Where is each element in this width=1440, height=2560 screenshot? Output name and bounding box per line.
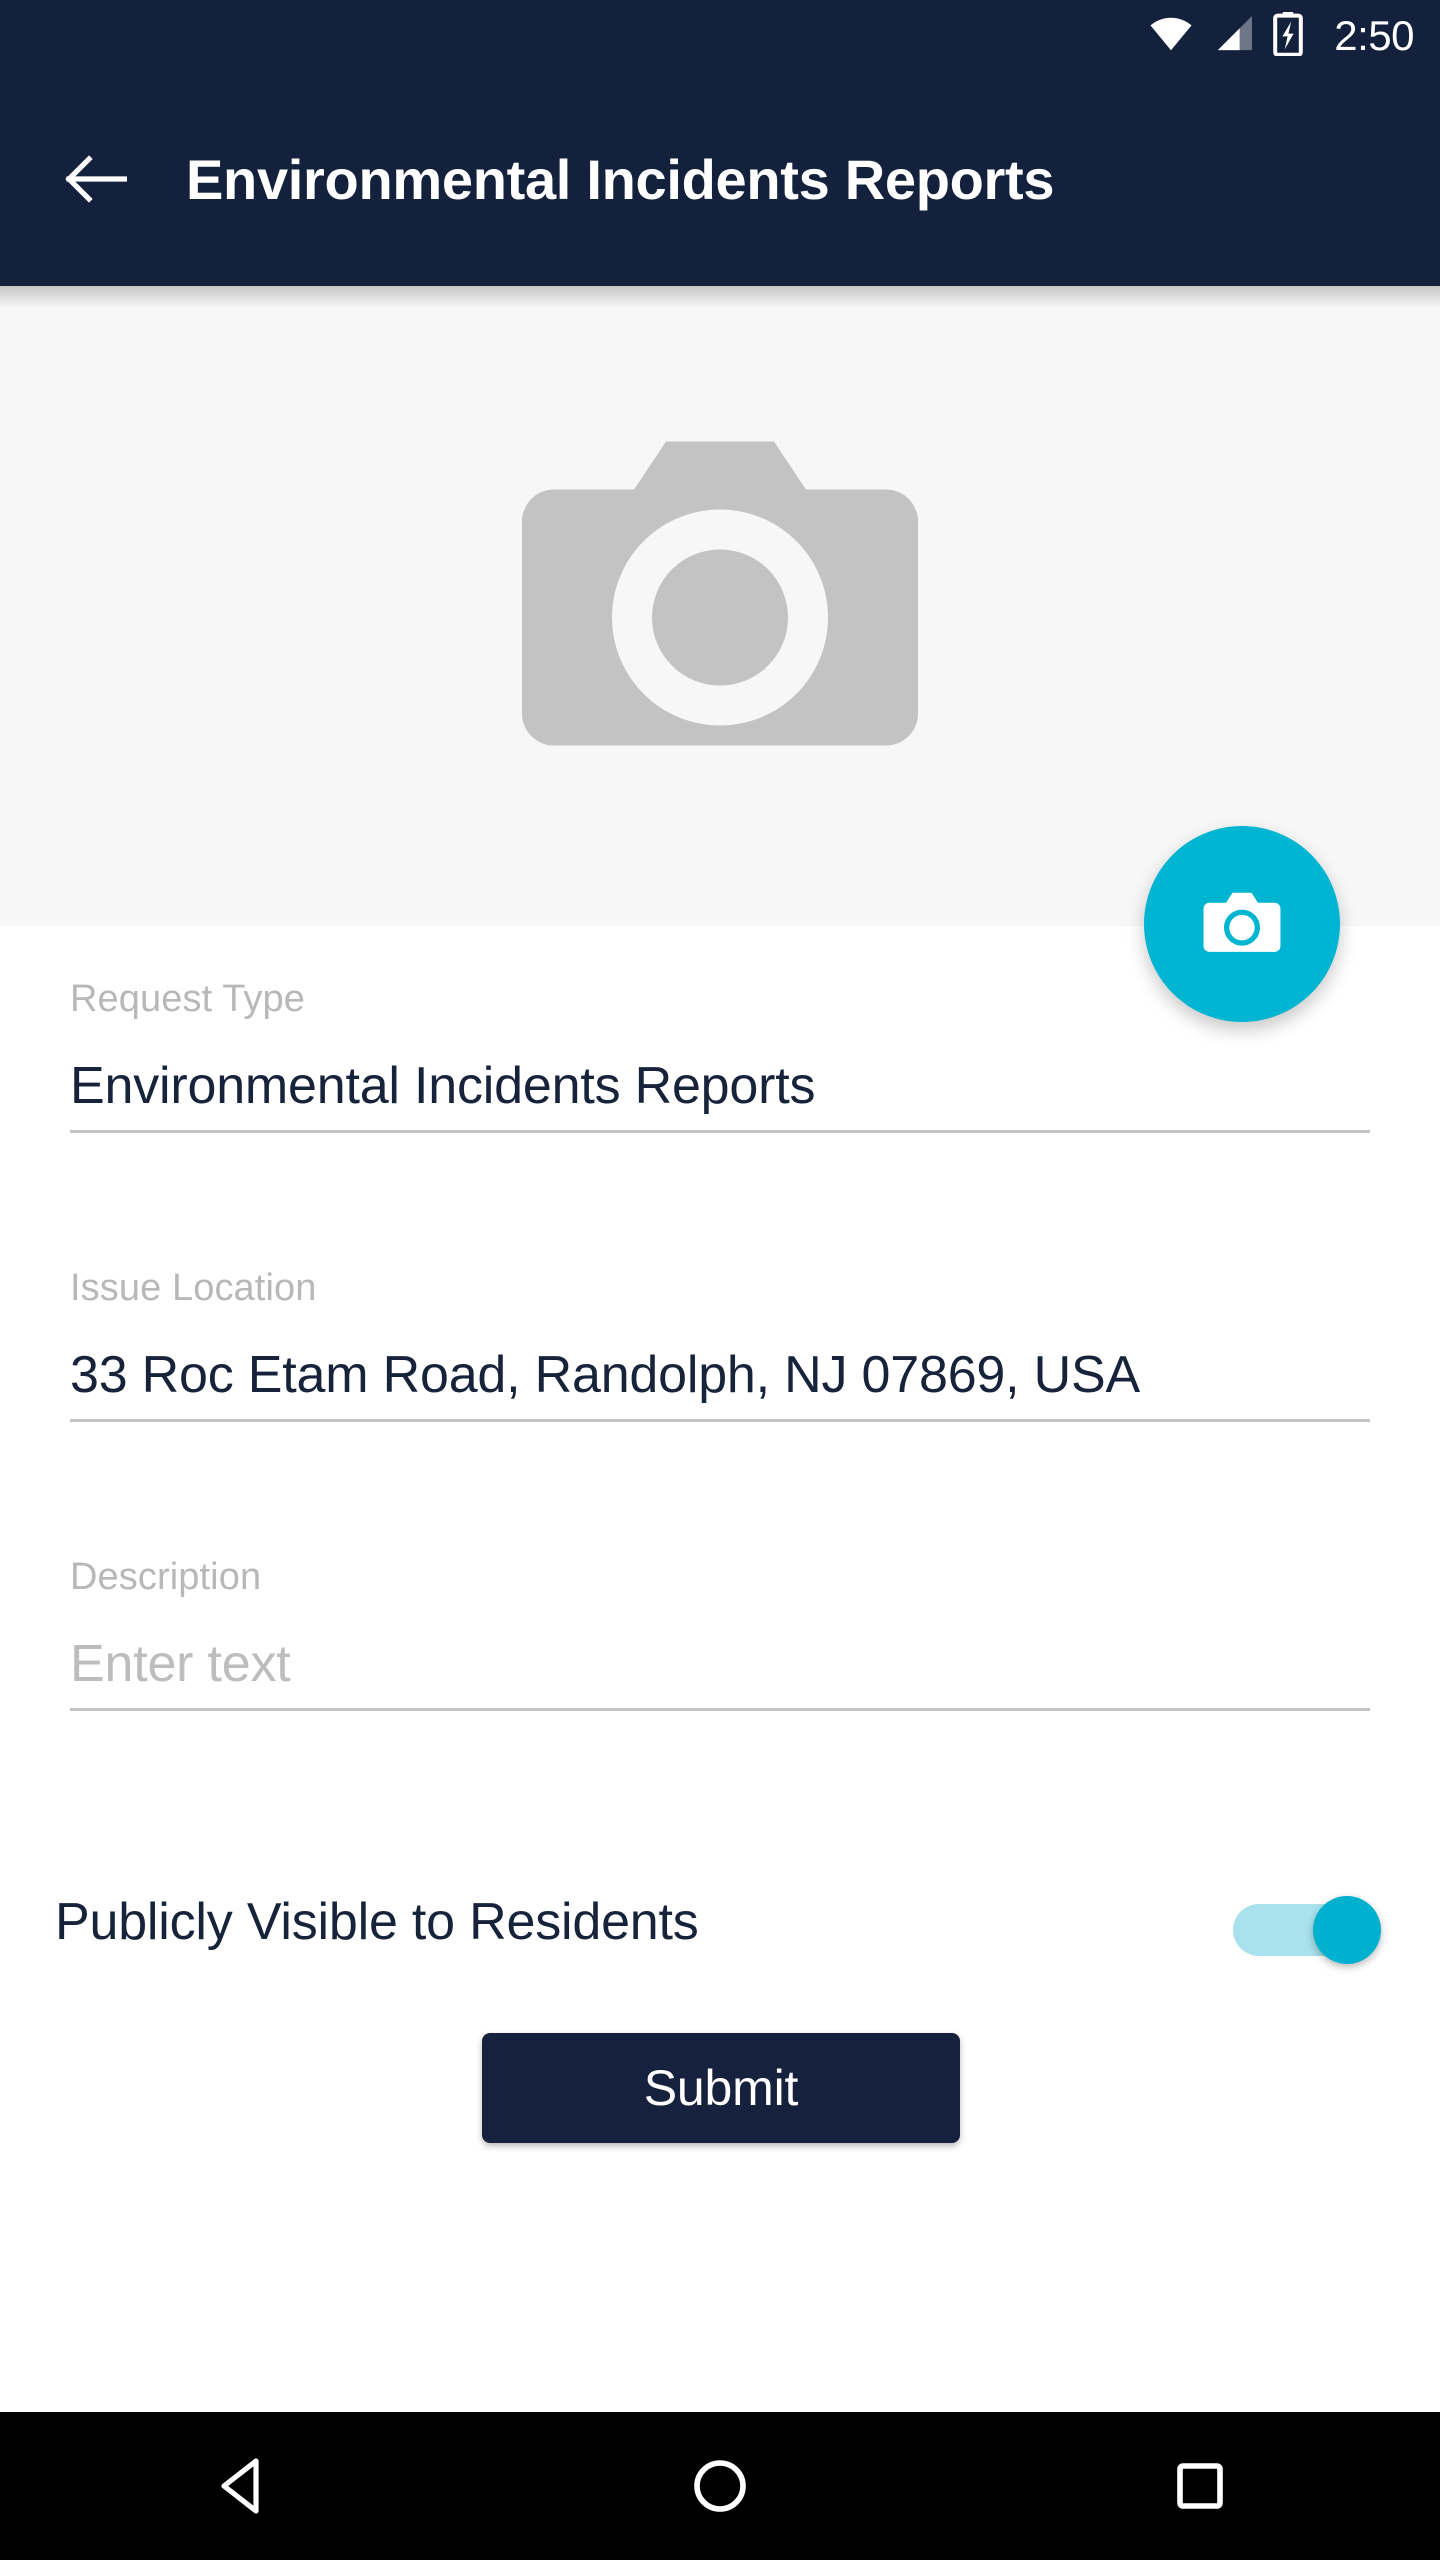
recents-nav-icon[interactable] — [1125, 2412, 1275, 2560]
home-nav-icon[interactable] — [645, 2412, 795, 2560]
status-bar-clock: 2:50 — [1334, 12, 1414, 59]
take-photo-fab[interactable] — [1144, 826, 1340, 1022]
status-bar-icons: 2:50 — [1148, 11, 1414, 61]
toggle-thumb — [1313, 1896, 1381, 1964]
field-label-issue-location: Issue Location — [70, 1267, 317, 1309]
description-input[interactable]: Enter text — [70, 1638, 1370, 1708]
field-request-type: Request Type Environmental Incidents Rep… — [70, 980, 1370, 1133]
publicly-visible-label: Publicly Visible to Residents — [55, 1893, 699, 1951]
publicly-visible-toggle[interactable] — [1233, 1896, 1381, 1964]
field-description: Description Enter text — [70, 1558, 1370, 1711]
back-arrow-icon[interactable] — [62, 145, 130, 213]
app-screen: 2:50 Environmental Incidents Reports Req… — [0, 0, 1440, 2560]
description-underline — [70, 1708, 1370, 1711]
field-issue-location: Issue Location 33 Roc Etam Road, Randolp… — [70, 1269, 1370, 1422]
camera-icon — [1203, 888, 1281, 961]
request-type-underline — [70, 1130, 1370, 1133]
back-nav-icon[interactable] — [165, 2412, 315, 2560]
status-bar: 2:50 — [0, 0, 1440, 72]
app-bar: Environmental Incidents Reports — [0, 72, 1440, 286]
request-type-input[interactable]: Environmental Incidents Reports — [70, 1060, 1370, 1130]
cellular-signal-icon — [1212, 15, 1254, 57]
camera-placeholder-icon — [522, 426, 918, 787]
issue-location-input[interactable]: 33 Roc Etam Road, Randolph, NJ 07869, US… — [70, 1349, 1370, 1419]
issue-location-underline — [70, 1419, 1370, 1422]
submit-button[interactable]: Submit — [482, 2033, 960, 2143]
battery-charging-icon — [1272, 11, 1304, 61]
android-nav-bar — [0, 2412, 1440, 2560]
wifi-icon — [1148, 16, 1194, 57]
field-label-description: Description — [70, 1556, 262, 1598]
publicly-visible-row: Publicly Visible to Residents — [55, 1877, 1385, 1967]
page-title: Environmental Incidents Reports — [186, 147, 1055, 211]
